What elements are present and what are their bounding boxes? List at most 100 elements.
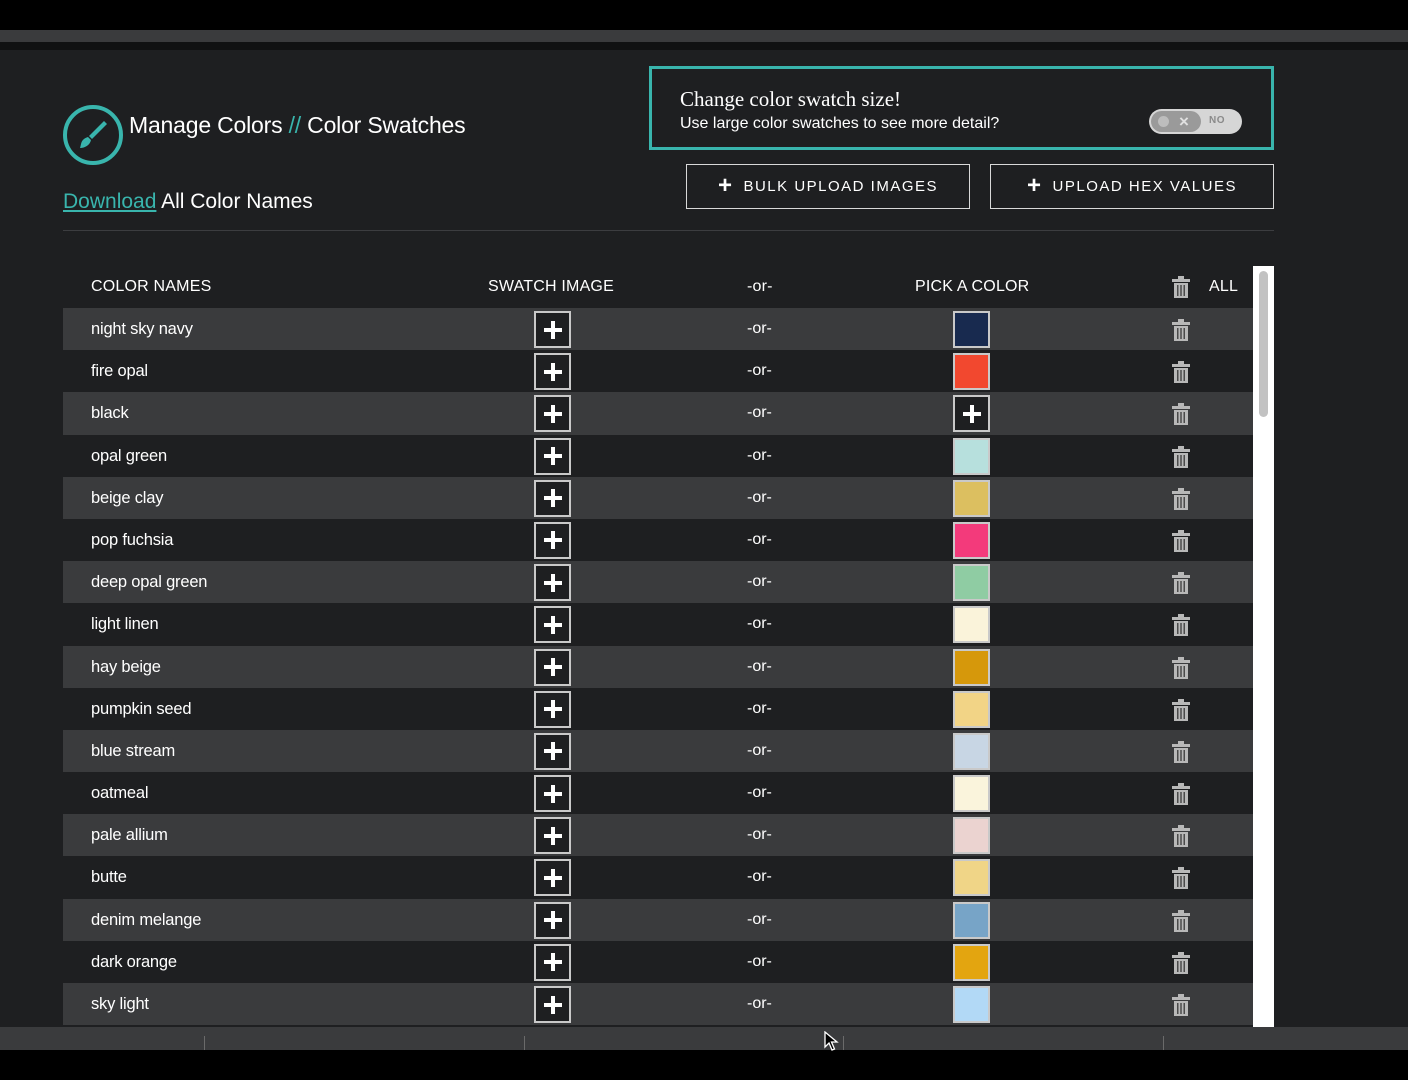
or-label: -or-	[747, 995, 772, 1012]
page-title-main: Manage Colors	[129, 112, 283, 138]
color-name: pumpkin seed	[91, 699, 192, 718]
plus-icon	[543, 868, 562, 887]
add-swatch-image-button[interactable]	[534, 606, 571, 644]
or-label: -or-	[747, 362, 772, 380]
delete-trash-icon[interactable]	[1172, 698, 1190, 721]
delete-trash-icon[interactable]	[1172, 994, 1190, 1016]
paintbrush-icon	[63, 105, 123, 165]
header-swatch-image: SWATCH IMAGE	[488, 278, 614, 295]
delete-trash-icon[interactable]	[1172, 740, 1190, 763]
or-label: -or-	[747, 741, 772, 759]
top-strip-shadow	[0, 42, 1408, 50]
color-picker-swatch[interactable]	[953, 775, 990, 813]
bottom-bar-divider	[1163, 1036, 1164, 1050]
bottom-bar-divider	[524, 1036, 525, 1050]
table-scrollbar[interactable]	[1253, 266, 1274, 1027]
table-row: blue stream -or-	[63, 729, 1253, 773]
add-swatch-image-button[interactable]	[534, 311, 571, 348]
table-row: light linen -or-	[63, 603, 1253, 646]
mouse-cursor-icon	[824, 1030, 840, 1056]
color-picker-swatch[interactable]	[953, 311, 990, 348]
table-row: night sky navy -or-	[63, 308, 1253, 351]
add-swatch-image-button[interactable]	[534, 648, 571, 686]
color-name: sky light	[91, 995, 149, 1013]
bulk-upload-images-button[interactable]: + BULK UPLOAD IMAGES	[686, 164, 970, 209]
plus-icon	[962, 404, 981, 423]
color-name: night sky navy	[91, 320, 193, 338]
color-picker-swatch[interactable]	[953, 817, 990, 855]
add-swatch-image-button[interactable]	[534, 732, 571, 770]
add-swatch-image-button[interactable]	[534, 521, 571, 559]
table-row: dark orange -or-	[63, 940, 1253, 983]
delete-trash-icon[interactable]	[1172, 614, 1190, 637]
delete-trash-icon[interactable]	[1172, 951, 1190, 974]
upload-hex-values-button[interactable]: + UPLOAD HEX VALUES	[990, 164, 1274, 209]
add-swatch-image-button[interactable]	[534, 775, 571, 813]
color-name: opal green	[91, 446, 167, 465]
download-suffix: All Color Names	[161, 190, 313, 213]
color-picker-swatch[interactable]	[953, 943, 990, 981]
color-picker-swatch[interactable]	[953, 395, 990, 433]
color-picker-swatch[interactable]	[953, 479, 990, 517]
delete-trash-icon[interactable]	[1172, 783, 1190, 806]
delete-trash-icon[interactable]	[1172, 529, 1190, 552]
add-swatch-image-button[interactable]	[534, 395, 571, 433]
color-name: beige clay	[91, 488, 164, 507]
plus-icon	[543, 953, 562, 972]
or-label: -or-	[747, 404, 772, 422]
add-swatch-image-button[interactable]	[534, 943, 571, 981]
color-picker-swatch[interactable]	[953, 732, 990, 770]
delete-trash-icon[interactable]	[1172, 572, 1190, 595]
color-picker-swatch[interactable]	[953, 564, 990, 602]
color-name: black	[91, 404, 129, 423]
color-picker-swatch[interactable]	[953, 521, 990, 559]
scrollbar-thumb[interactable]	[1259, 271, 1268, 417]
color-picker-swatch[interactable]	[953, 986, 990, 1023]
delete-trash-icon[interactable]	[1172, 445, 1190, 468]
bottom-bar-divider	[204, 1036, 205, 1050]
header-pick-a-color: PICK A COLOR	[915, 278, 1030, 295]
add-swatch-image-button[interactable]	[534, 690, 571, 728]
section-divider	[63, 230, 1274, 231]
color-name: denim melange	[91, 910, 202, 929]
bottom-bar-divider	[843, 1036, 844, 1050]
or-label: -or-	[747, 573, 772, 591]
color-name: light linen	[91, 615, 159, 634]
add-swatch-image-button[interactable]	[534, 353, 571, 391]
add-swatch-image-button[interactable]	[534, 859, 571, 897]
color-picker-swatch[interactable]	[953, 353, 990, 391]
delete-trash-icon[interactable]	[1172, 361, 1190, 384]
delete-trash-icon[interactable]	[1172, 909, 1190, 932]
add-swatch-image-button[interactable]	[534, 564, 571, 602]
delete-trash-icon[interactable]	[1172, 487, 1190, 510]
delete-trash-icon[interactable]	[1172, 867, 1190, 890]
color-picker-swatch[interactable]	[953, 690, 990, 728]
download-link[interactable]: Download	[63, 190, 156, 213]
plus-icon	[543, 404, 562, 423]
plus-icon	[543, 573, 562, 592]
color-picker-swatch[interactable]	[953, 648, 990, 686]
or-label: -or-	[747, 826, 772, 844]
color-picker-swatch[interactable]	[953, 606, 990, 644]
table-row: denim melange -or-	[63, 898, 1253, 941]
color-picker-swatch[interactable]	[953, 859, 990, 897]
delete-all-trash-icon[interactable]	[1172, 276, 1190, 298]
color-picker-swatch[interactable]	[953, 437, 990, 475]
add-swatch-image-button[interactable]	[534, 986, 571, 1023]
delete-trash-icon[interactable]	[1172, 319, 1190, 341]
or-label: -or-	[747, 868, 772, 886]
delete-trash-icon[interactable]	[1172, 825, 1190, 848]
swatch-size-toggle[interactable]: × NO	[1149, 109, 1242, 134]
header-color-names: COLOR NAMES	[91, 278, 212, 295]
color-picker-swatch[interactable]	[953, 901, 990, 939]
delete-trash-icon[interactable]	[1172, 656, 1190, 679]
plus-icon	[543, 531, 562, 550]
or-label: -or-	[747, 530, 772, 548]
add-swatch-image-button[interactable]	[534, 437, 571, 475]
add-swatch-image-button[interactable]	[534, 479, 571, 517]
table-row: pop fuchsia -or-	[63, 518, 1253, 562]
add-swatch-image-button[interactable]	[534, 901, 571, 939]
add-swatch-image-button[interactable]	[534, 817, 571, 855]
delete-trash-icon[interactable]	[1172, 403, 1190, 426]
header-all: ALL	[1209, 278, 1239, 295]
